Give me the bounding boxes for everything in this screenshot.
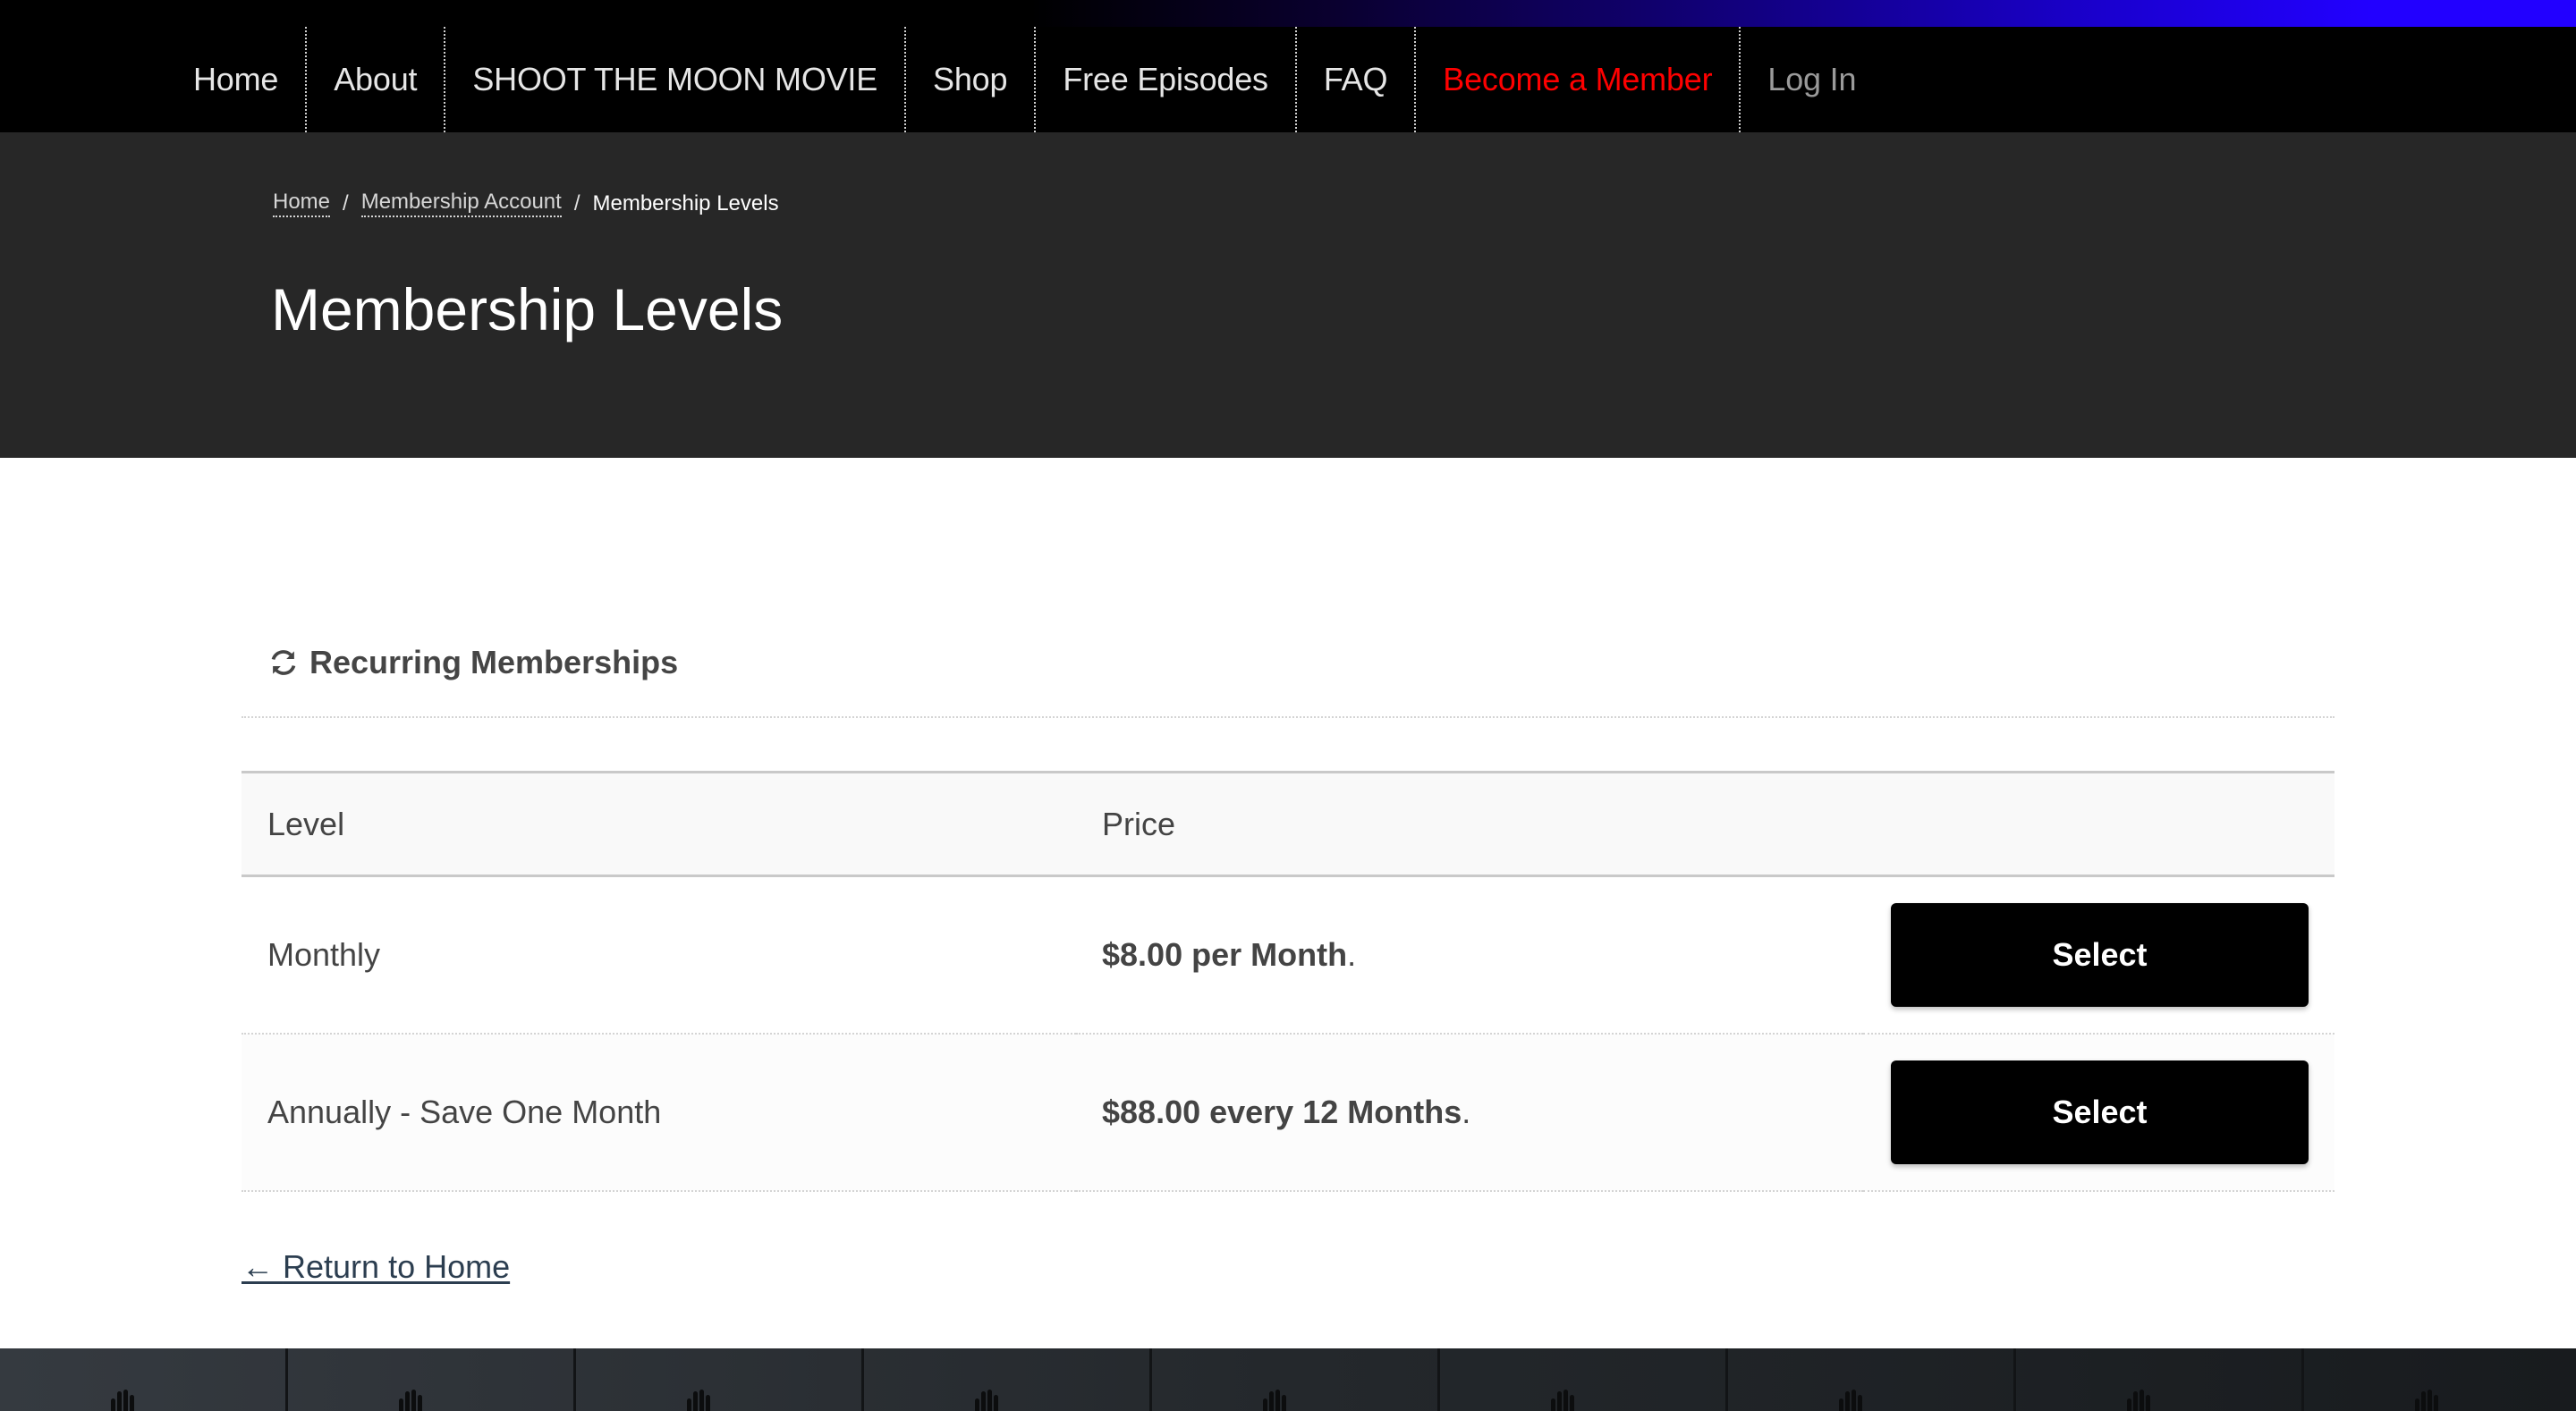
hand-silhouette-icon <box>975 1390 998 1411</box>
nav-link-shop[interactable]: Shop <box>933 61 1007 98</box>
page-header: Home / Membership Account / Membership L… <box>0 132 2576 458</box>
refresh-icon <box>271 650 296 675</box>
breadcrumb-current: Membership Levels <box>592 190 779 215</box>
select-annual-button[interactable]: Select <box>1891 1060 2309 1164</box>
table-header-row: Level Price <box>242 772 2334 876</box>
nav-link-faq[interactable]: FAQ <box>1324 61 1388 98</box>
breadcrumb-separator: / <box>573 190 580 215</box>
nav-link-movie[interactable]: SHOOT THE MOON MOVIE <box>472 61 877 98</box>
nav-link-home[interactable]: Home <box>193 61 278 98</box>
level-action: Select <box>1863 875 2334 1035</box>
footer-decorative-band <box>0 1348 2576 1411</box>
breadcrumb-membership-account[interactable]: Membership Account <box>360 190 562 217</box>
membership-levels-table: Level Price Monthly $8.00 per Month. Sel… <box>242 771 2334 1192</box>
level-action: Select <box>1863 1033 2334 1192</box>
footer-tile <box>576 1348 864 1411</box>
nav-item-login: Log In <box>1741 27 1883 132</box>
price-amount: $8.00 per Month <box>1102 935 1348 973</box>
nav-item-home: Home <box>166 27 308 132</box>
price-amount: $88.00 every 12 Months <box>1102 1093 1462 1130</box>
nav-link-about[interactable]: About <box>334 61 417 98</box>
nav-item-about: About <box>307 27 446 132</box>
arrow-left-icon: ← <box>242 1248 274 1285</box>
footer-tile <box>1728 1348 2016 1411</box>
nav-item-shop: Shop <box>906 27 1037 132</box>
price-suffix: . <box>1347 935 1357 973</box>
column-header-action <box>1863 773 2334 876</box>
footer-tile <box>1440 1348 1728 1411</box>
column-header-level: Level <box>267 805 345 842</box>
top-gradient-bar <box>0 0 2576 27</box>
main-navigation: Home About SHOOT THE MOON MOVIE Shop Fre… <box>0 27 2576 132</box>
nav-link-free-episodes[interactable]: Free Episodes <box>1063 61 1268 98</box>
hand-silhouette-icon <box>1839 1390 1862 1411</box>
breadcrumb-home[interactable]: Home <box>273 190 331 217</box>
hand-silhouette-icon <box>399 1390 422 1411</box>
page-title: Membership Levels <box>271 276 784 342</box>
breadcrumb-separator: / <box>343 190 349 215</box>
nav-item-movie: SHOOT THE MOON MOVIE <box>445 27 907 132</box>
level-price: $8.00 per Month. <box>1076 875 1863 1035</box>
breadcrumb: Home / Membership Account / Membership L… <box>273 190 779 217</box>
hand-silhouette-icon <box>2127 1390 2150 1411</box>
footer-tile <box>1152 1348 1440 1411</box>
level-name: Annually - Save One Month <box>242 1033 1076 1192</box>
column-header-price: Price <box>1102 805 1176 842</box>
return-link-label: Return to Home <box>283 1248 511 1285</box>
nav-link-become-member[interactable]: Become a Member <box>1443 61 1712 98</box>
footer-tile <box>864 1348 1152 1411</box>
section-title: Recurring Memberships <box>267 644 678 681</box>
table-row: Annually - Save One Month $88.00 every 1… <box>242 1033 2334 1192</box>
table-row: Monthly $8.00 per Month. Select <box>242 875 2334 1035</box>
footer-tile <box>288 1348 576 1411</box>
hand-silhouette-icon <box>2415 1390 2438 1411</box>
hand-silhouette-icon <box>687 1390 710 1411</box>
return-to-home-link[interactable]: ← Return to Home <box>242 1248 510 1286</box>
footer-tile <box>0 1348 288 1411</box>
level-name: Monthly <box>242 875 1076 1035</box>
footer-tile <box>2016 1348 2304 1411</box>
level-price: $88.00 every 12 Months. <box>1076 1033 1863 1192</box>
hand-silhouette-icon <box>1551 1390 1574 1411</box>
price-suffix: . <box>1462 1093 1471 1130</box>
section-divider <box>242 716 2334 718</box>
nav-item-free-episodes: Free Episodes <box>1036 27 1297 132</box>
hand-silhouette-icon <box>111 1390 134 1411</box>
nav-link-login[interactable]: Log In <box>1767 61 1856 98</box>
select-monthly-button[interactable]: Select <box>1891 902 2309 1007</box>
nav-item-become-member: Become a Member <box>1416 27 1741 132</box>
nav-item-faq: FAQ <box>1297 27 1417 132</box>
section-title-text: Recurring Memberships <box>309 644 679 680</box>
hand-silhouette-icon <box>1263 1390 1286 1411</box>
